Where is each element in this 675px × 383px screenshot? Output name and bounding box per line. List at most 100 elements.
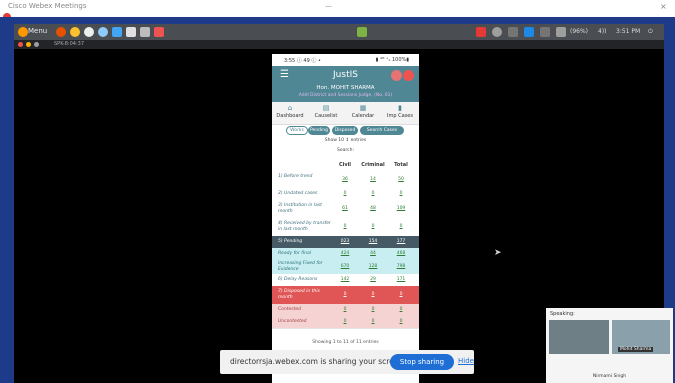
bookmark-icon: ▮ — [398, 104, 402, 112]
nav-label: Causelist — [314, 113, 338, 119]
battery-icon[interactable] — [556, 27, 566, 37]
row-label: 6) Delay Reasons — [278, 277, 318, 282]
maximize-dot-icon[interactable] — [34, 42, 39, 47]
row-label: Ready for final — [278, 251, 311, 256]
user-icon[interactable] — [492, 27, 502, 37]
cell-criminal[interactable]: 44 — [362, 251, 384, 256]
cell-civil[interactable]: 0 — [334, 307, 356, 312]
cell-total[interactable]: 50 — [390, 177, 412, 182]
cell-total[interactable]: 177 — [390, 239, 412, 244]
nav-calendar[interactable]: ▦ Calendar — [345, 104, 381, 119]
app2-icon[interactable] — [154, 27, 164, 37]
speaker-tag: Mohit Sharma — [618, 347, 654, 352]
settings-icon[interactable] — [98, 27, 108, 37]
window-title-center: — — [325, 2, 332, 10]
power-icon[interactable]: ⏻ — [648, 28, 653, 36]
row-label: 7) Disposed in this month — [278, 289, 320, 300]
table-row: 3) Institution in last month 61 48 109 — [272, 200, 419, 219]
nav-label: Dashboard — [276, 113, 304, 119]
cell-civil[interactable]: 0 — [334, 319, 356, 324]
profile-icon[interactable] — [391, 70, 402, 81]
cell-civil[interactable]: 0 — [334, 224, 356, 229]
nav-label: Imp Cases — [387, 113, 413, 119]
nav-imp-cases[interactable]: ▮ Imp Cases — [382, 104, 418, 119]
tab-search-cases[interactable]: Search Cases — [360, 126, 404, 135]
cell-criminal[interactable]: 14 — [362, 177, 384, 182]
cell-total[interactable]: 171 — [390, 277, 412, 282]
notification-icon[interactable] — [476, 27, 486, 37]
hide-link[interactable]: Hide — [458, 357, 474, 365]
cell-total[interactable]: 0 — [390, 191, 412, 196]
menu-label[interactable]: Menu — [28, 27, 47, 35]
row-label: 3) Institution in last month — [278, 203, 322, 214]
cell-criminal[interactable]: 0 — [362, 292, 384, 297]
clock[interactable]: 3:51 PM — [616, 28, 640, 35]
cell-civil[interactable]: 023 — [334, 239, 356, 244]
cell-total[interactable]: 468 — [390, 251, 412, 256]
tab-disposed[interactable]: Disposed — [332, 126, 358, 135]
firefox-icon[interactable] — [56, 27, 66, 37]
cell-criminal[interactable]: 128 — [362, 264, 384, 269]
cell-civil[interactable]: 670 — [334, 264, 356, 269]
cell-criminal[interactable]: 0 — [362, 191, 384, 196]
nav-dashboard[interactable]: ⌂ Dashboard — [272, 104, 308, 119]
clipboard-icon[interactable] — [357, 27, 367, 37]
image-icon[interactable] — [140, 27, 150, 37]
nav-causelist[interactable]: ▤ Causelist — [308, 104, 344, 119]
user-name: Hon. MOHIT SHARMA — [316, 85, 375, 91]
table-row: Increasing Fixed for Evidence 670 128 798 — [272, 260, 419, 275]
desktop-top-panel: Menu (96%) 4)) 3:51 PM ⏻ — [14, 24, 664, 40]
row-label: 1) Before trend — [278, 174, 313, 179]
search-label[interactable]: Search: — [272, 148, 419, 156]
close-icon[interactable]: × — [660, 2, 667, 11]
calendar-icon: ▦ — [359, 104, 367, 112]
stop-sharing-button[interactable]: Stop sharing — [390, 354, 454, 370]
cell-total[interactable]: 109 — [390, 206, 412, 211]
app-icon[interactable] — [84, 27, 94, 37]
window-titlebar: Cisco Webex Meetings — × — [0, 0, 675, 17]
document-icon[interactable] — [126, 27, 136, 37]
cell-civil[interactable]: 142 — [334, 277, 356, 282]
cell-criminal[interactable]: 29 — [362, 277, 384, 282]
tab-works[interactable]: Works — [286, 126, 308, 135]
col-criminal: Criminal — [361, 162, 385, 168]
files-icon[interactable] — [112, 27, 122, 37]
phone-screen: 3:55 ⓘ 49 ⓘ • ▮ ⁴ᴳ ⁺ᵢₗ 100%▮ ☰ JustIS Ho… — [272, 54, 419, 383]
cell-civil[interactable]: 0 — [334, 191, 356, 196]
cell-total[interactable]: 0 — [390, 224, 412, 229]
tab-pending[interactable]: Pending — [308, 126, 330, 135]
speaking-label: Speaking: — [550, 311, 575, 317]
cell-civil[interactable]: 0 — [334, 292, 356, 297]
cell-civil[interactable]: 61 — [334, 206, 356, 211]
menu-icon[interactable] — [18, 27, 28, 37]
row-label: 2) Undated cases — [278, 191, 318, 196]
cell-total[interactable]: 0 — [390, 292, 412, 297]
cell-total[interactable]: 798 — [390, 264, 412, 269]
cell-criminal[interactable]: 0 — [362, 224, 384, 229]
bluetooth-icon[interactable] — [508, 27, 518, 37]
table-row: 4) Received by transfer in last month 0 0 0 — [272, 218, 419, 237]
desktop-sub-bar: SPK-8:04:37 — [14, 40, 664, 49]
cell-criminal[interactable]: 48 — [362, 206, 384, 211]
close-dot-icon[interactable] — [18, 42, 23, 47]
table-header: Civil Criminal Total — [272, 158, 419, 172]
video-panel: Speaking: Mohit Sharma Nirmami Singh — [546, 308, 673, 383]
logout-icon[interactable] — [403, 70, 414, 81]
share-message: directorrsja.webex.com is sharing your s… — [230, 357, 406, 366]
volume-icon[interactable]: 4)) — [598, 28, 607, 35]
cell-total[interactable]: 0 — [390, 319, 412, 324]
cell-civil[interactable]: 36 — [334, 177, 356, 182]
phone-status-bar: 3:55 ⓘ 49 ⓘ • ▮ ⁴ᴳ ⁺ᵢₗ 100%▮ — [272, 54, 419, 66]
video-thumbnail-room[interactable] — [549, 320, 609, 354]
network-icon[interactable] — [524, 27, 534, 37]
cell-total[interactable]: 0 — [390, 307, 412, 312]
wifi-icon[interactable] — [540, 27, 550, 37]
cell-criminal[interactable]: 154 — [362, 239, 384, 244]
cell-criminal[interactable]: 0 — [362, 319, 384, 324]
cell-criminal[interactable]: 0 — [362, 307, 384, 312]
minimize-dot-icon[interactable] — [26, 42, 31, 47]
entries-select[interactable]: Show 10 ↕ entries — [272, 138, 419, 146]
cell-civil[interactable]: 424 — [334, 251, 356, 256]
table-row: 1) Before trend 36 14 50 — [272, 172, 419, 189]
chrome-icon[interactable] — [70, 27, 80, 37]
